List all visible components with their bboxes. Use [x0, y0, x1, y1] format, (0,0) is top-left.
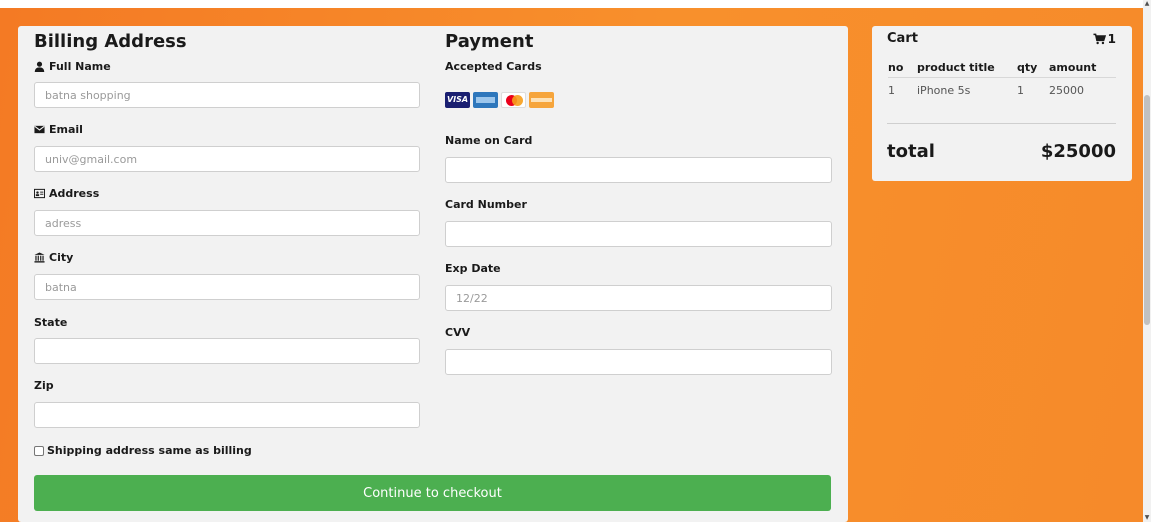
cart-table-header: no product title qty amount	[888, 58, 1116, 78]
user-icon	[34, 61, 45, 72]
name-on-card-label-text: Name on Card	[445, 134, 533, 147]
shipping-same-row[interactable]: Shipping address same as billing	[34, 444, 252, 457]
scroll-up-arrow-icon[interactable]: ▲	[1144, 1, 1150, 7]
accepted-cards-label-text: Accepted Cards	[445, 60, 542, 73]
cell-no: 1	[888, 83, 895, 97]
full-name-label-text: Full Name	[49, 60, 111, 73]
city-label: City	[34, 251, 73, 264]
cell-amount: 25000	[1049, 83, 1084, 97]
full-name-label: Full Name	[34, 60, 111, 73]
column-header-amount: amount	[1049, 61, 1097, 74]
state-input[interactable]	[34, 338, 420, 364]
scroll-down-arrow-icon[interactable]: ▼	[1144, 515, 1150, 521]
shopping-cart-icon	[1093, 33, 1106, 45]
checkout-form: Billing Address Full Name Email Address …	[18, 26, 848, 522]
cart-count: 1	[1093, 32, 1116, 46]
cell-qty: 1	[1017, 83, 1024, 97]
discover-card-icon	[529, 92, 554, 108]
cart-title: Cart	[887, 31, 918, 46]
column-header-product-title: product title	[917, 61, 995, 74]
exp-date-label: Exp Date	[445, 262, 501, 275]
address-card-icon	[34, 188, 45, 199]
accepted-cards-label: Accepted Cards	[445, 60, 542, 73]
shipping-same-checkbox[interactable]	[34, 445, 44, 456]
shipping-same-label: Shipping address same as billing	[47, 444, 252, 457]
column-header-no: no	[888, 61, 904, 74]
continue-to-checkout-button[interactable]: Continue to checkout	[34, 475, 831, 511]
visa-card-icon: VISA	[445, 92, 470, 108]
payment-heading: Payment	[445, 31, 534, 52]
page-scrollbar[interactable]: ▲ ▼	[1143, 0, 1151, 522]
institution-icon	[34, 252, 45, 263]
cvv-input[interactable]	[445, 349, 832, 375]
address-label: Address	[34, 187, 99, 200]
card-number-label: Card Number	[445, 198, 527, 211]
cart-divider	[887, 123, 1116, 124]
visa-card-text: VISA	[446, 95, 469, 104]
city-input[interactable]	[34, 274, 420, 300]
cart-count-value: 1	[1107, 32, 1116, 46]
zip-input[interactable]	[34, 402, 420, 428]
address-label-text: Address	[49, 187, 100, 200]
cvv-label: CVV	[445, 326, 470, 339]
cart-table: no product title qty amount 1 iPhone 5s …	[888, 58, 1116, 102]
address-input[interactable]	[34, 210, 420, 236]
email-input[interactable]	[34, 146, 420, 172]
name-on-card-input[interactable]	[445, 157, 832, 183]
mastercard-card-icon	[501, 92, 526, 108]
table-row: 1 iPhone 5s 1 25000	[888, 78, 1116, 102]
cart-panel: Cart 1 no product title qty amount 1 iPh…	[872, 26, 1132, 181]
billing-heading: Billing Address	[34, 31, 187, 52]
column-header-qty: qty	[1017, 61, 1038, 74]
exp-date-input[interactable]	[445, 285, 832, 311]
email-label: Email	[34, 123, 83, 136]
accepted-cards-list: VISA	[445, 92, 554, 108]
card-number-input[interactable]	[445, 221, 832, 247]
zip-label-text: Zip	[34, 379, 54, 392]
name-on-card-label: Name on Card	[445, 134, 532, 147]
exp-date-label-text: Exp Date	[445, 262, 501, 275]
scroll-thumb[interactable]	[1144, 95, 1150, 325]
envelope-icon	[34, 125, 45, 134]
card-number-label-text: Card Number	[445, 198, 527, 211]
zip-label: Zip	[34, 379, 54, 392]
cart-total-label: total	[887, 141, 935, 162]
state-label: State	[34, 316, 67, 329]
amex-card-icon	[473, 92, 498, 108]
cell-product-title: iPhone 5s	[917, 83, 971, 97]
state-label-text: State	[34, 316, 68, 329]
full-name-input[interactable]	[34, 82, 420, 108]
cvv-label-text: CVV	[445, 326, 471, 339]
email-label-text: Email	[49, 123, 83, 136]
city-label-text: City	[49, 251, 74, 264]
cart-total-value: $25000	[1040, 141, 1116, 162]
